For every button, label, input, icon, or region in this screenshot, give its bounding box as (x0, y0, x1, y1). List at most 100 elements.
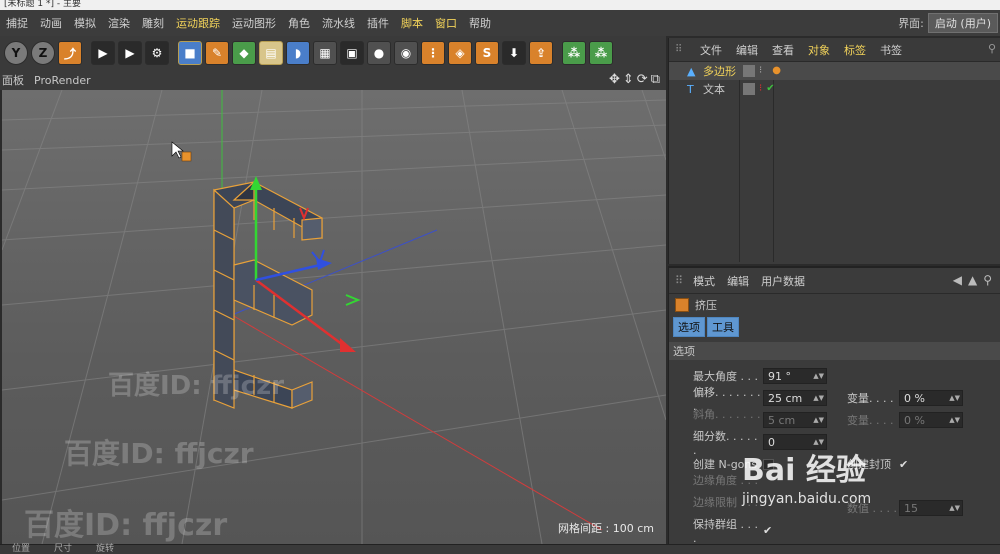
variance-field[interactable]: 0 % ▲▼ (899, 390, 963, 406)
render-view-button[interactable]: ▶ (91, 41, 115, 65)
zoom-view-icon[interactable]: ⇕ (623, 72, 634, 87)
back-arrow-icon[interactable]: ◀ (953, 273, 962, 287)
coordinate-system-button[interactable]: ⤴ (58, 41, 82, 65)
tab-options[interactable]: 选项 (673, 317, 705, 337)
layout-select[interactable]: 启动 (用户) (927, 13, 998, 33)
mograph-cloner-button[interactable]: ⁂ (562, 41, 586, 65)
brand-url-text: jingyan.baidu.com (742, 491, 872, 507)
polygon-object-icon: ▲ (687, 64, 696, 78)
prop-max-angle: 最大角度 . . . 91 ° ▲▼ (693, 367, 827, 385)
object-manager-menu: ⠿ 文件 编辑 查看 对象 标签 书签 (669, 38, 1000, 62)
menu-item-11[interactable]: 窗口 (429, 15, 463, 31)
om-menu-item-3[interactable]: 对象 (801, 42, 837, 58)
array-generator-button[interactable]: ▤ (259, 41, 283, 65)
render-settings-button[interactable]: ⚙ (145, 41, 169, 65)
text-object-icon: T (687, 82, 694, 96)
deformer-button[interactable]: ◗ (286, 41, 310, 65)
menu-item-6[interactable]: 运动图形 (226, 15, 282, 31)
om-menu-item-0[interactable]: 文件 (693, 42, 729, 58)
menu-item-0[interactable]: 捕捉 (0, 15, 34, 31)
render-dots-icon[interactable]: ⁝ (759, 65, 762, 77)
search-icon[interactable]: ⚲ (988, 42, 996, 55)
count-field[interactable]: 15 ▲▼ (899, 500, 963, 516)
script-button[interactable]: S (475, 41, 499, 65)
light-button[interactable]: ● (367, 41, 391, 65)
om-menu-item-2[interactable]: 查看 (765, 42, 801, 58)
max-angle-field[interactable]: 91 ° ▲▼ (763, 368, 827, 384)
pen-spline-button[interactable]: ✎ (205, 41, 229, 65)
menu-item-4[interactable]: 雕刻 (136, 15, 170, 31)
watermark-1: 百度ID: ffjczr (108, 371, 285, 401)
up-arrow-icon[interactable]: ▲ (968, 273, 977, 287)
panel-grip-icon[interactable]: ⠿ (675, 274, 683, 287)
z-axis-lock-button[interactable]: Z (31, 41, 55, 65)
menu-item-10[interactable]: 脚本 (395, 15, 429, 31)
render-picture-viewer-button[interactable]: ▶ (118, 41, 142, 65)
attr-menu-item-0[interactable]: 模式 (687, 273, 721, 289)
prop-variance-2: 变量. . . . 0 % ▲▼ (847, 411, 963, 429)
move-view-icon[interactable]: ✥ (609, 72, 620, 87)
menu-item-9[interactable]: 插件 (361, 15, 395, 31)
xpresso-button[interactable]: ⋮ (421, 41, 445, 65)
visibility-toggle[interactable] (743, 83, 755, 95)
download-button[interactable]: ⬇ (502, 41, 526, 65)
create-caps-checkbox[interactable]: ✔ (899, 458, 908, 471)
variance-field[interactable]: 0 % ▲▼ (899, 412, 963, 428)
offset-field[interactable]: 25 cm ▲▼ (763, 390, 827, 406)
viewport-scene (2, 90, 666, 544)
floor-button[interactable]: ▦ (313, 41, 337, 65)
camera-button[interactable]: ▣ (340, 41, 364, 65)
prop-label: 最大角度 . . . (693, 370, 758, 383)
menu-item-2[interactable]: 模拟 (68, 15, 102, 31)
layout-label: 界面: (898, 17, 924, 30)
object-name: 文本 (703, 83, 725, 96)
upload-button[interactable]: ⇪ (529, 41, 553, 65)
search-icon[interactable]: ⚲ (983, 273, 992, 287)
prop-bevel: 斜角. . . . . . . . 5 cm ▲▼ (693, 408, 827, 435)
render-dots-icon[interactable]: ⁝ (759, 83, 762, 95)
object-tags: ⁝ ● (743, 65, 781, 77)
phong-tag-icon[interactable]: ● (772, 65, 781, 77)
section-header-options: 选项 (669, 342, 1000, 360)
checkmark-icon[interactable]: ✔ (766, 83, 774, 95)
attribute-tabs: 选项 工具 (669, 316, 1000, 338)
brand-logo-text: Bai 经验 (742, 453, 866, 488)
panel-grip-icon[interactable]: ⠿ (675, 44, 687, 55)
render-tag-button[interactable]: ◈ (448, 41, 472, 65)
menu-item-1[interactable]: 动画 (34, 15, 68, 31)
om-menu-item-1[interactable]: 编辑 (729, 42, 765, 58)
subdivision-surface-button[interactable]: ◆ (232, 41, 256, 65)
menu-item-8[interactable]: 流水线 (316, 15, 361, 31)
viewport-nav-controls: ✥ ⇕ ⟳ ⧉ (609, 72, 660, 87)
om-menu-item-5[interactable]: 书签 (873, 42, 909, 58)
rotate-view-icon[interactable]: ⟳ (637, 72, 648, 87)
viewport-tab-prorender[interactable]: ProRender (34, 74, 101, 87)
attr-menu-item-2[interactable]: 用户数据 (755, 273, 811, 289)
watermark-3: 百度ID: ffjczr (24, 508, 228, 543)
menu-item-7[interactable]: 角色 (282, 15, 316, 31)
toggle-view-icon[interactable]: ⧉ (651, 72, 660, 87)
mograph-fracture-button[interactable]: ⁂ (589, 41, 613, 65)
menu-item-5[interactable]: 运动跟踪 (170, 15, 226, 31)
viewport-tab-panels[interactable]: 面板 (2, 72, 34, 88)
keep-groups-checkbox[interactable]: ✔ (763, 524, 772, 537)
tab-tool[interactable]: 工具 (707, 317, 739, 337)
material-button[interactable]: ◉ (394, 41, 418, 65)
prop-keep-groups: 保持群组 . . . . ✔ (693, 518, 772, 545)
object-row-polygon[interactable]: ▲ 多边形 ⁝ ● (669, 62, 1000, 80)
om-menu-item-4[interactable]: 标签 (837, 42, 873, 58)
attribute-object-name: 挤压 (695, 299, 717, 312)
3d-viewport[interactable]: 网格间距 : 100 cm (2, 90, 666, 544)
cube-primitive-button[interactable]: ■ (178, 41, 202, 65)
y-axis-lock-button[interactable]: Y (4, 41, 28, 65)
visibility-toggle[interactable] (743, 65, 755, 77)
object-row-text[interactable]: T 文本 ⁝ ✔ (669, 80, 1000, 98)
window-title: [未标题 1 *] - 主要 (4, 0, 81, 9)
menu-item-3[interactable]: 渲染 (102, 15, 136, 31)
mouse-cursor-icon (171, 141, 192, 162)
bevel-field[interactable]: 5 cm ▲▼ (763, 412, 827, 428)
attribute-manager-menu: ⠿ 模式 编辑 用户数据 (669, 268, 1000, 294)
attr-menu-item-1[interactable]: 编辑 (721, 273, 755, 289)
attribute-nav: ◀ ▲ ⚲ (953, 273, 992, 287)
menu-item-12[interactable]: 帮助 (463, 15, 497, 31)
